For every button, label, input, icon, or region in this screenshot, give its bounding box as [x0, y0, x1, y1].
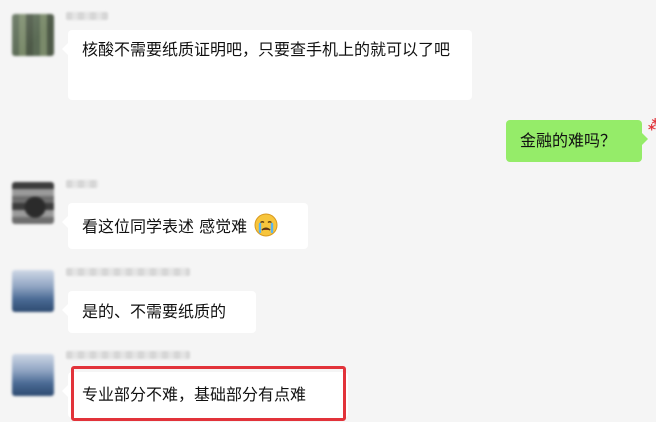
message-text: 是的、不需要纸质的 — [82, 302, 227, 321]
highlight-box — [71, 366, 346, 421]
avatar[interactable] — [12, 270, 54, 312]
message-bubble[interactable]: 核酸不需要纸质证明吧，只要查手机上的就可以了吧 — [62, 30, 472, 100]
message-text: 看这位同学表述 感觉难 — [82, 217, 248, 236]
sender-name-blurred — [66, 12, 108, 20]
crying-emoji-icon — [254, 213, 278, 237]
avatar[interactable] — [12, 182, 54, 224]
chat-window: 核酸不需要纸质证明吧，只要查手机上的就可以了吧 金融的难吗？ ⁂ 看这位同学表述… — [0, 0, 656, 422]
status-mark-icon: ⁂ — [648, 118, 656, 134]
message-bubble[interactable]: 是的、不需要纸质的 — [62, 291, 256, 333]
message-bubble[interactable]: 金融的难吗？ — [506, 120, 648, 162]
avatar[interactable] — [12, 354, 54, 396]
message-bubble[interactable]: 看这位同学表述 感觉难 — [62, 203, 308, 249]
sender-name-blurred — [66, 180, 98, 188]
sender-name-blurred — [66, 351, 190, 359]
sender-name-blurred — [66, 268, 190, 276]
message-text: 核酸不需要纸质证明吧，只要查手机上的就可以了吧 — [82, 40, 451, 59]
message-text: 金融的难吗？ — [520, 131, 617, 150]
avatar[interactable] — [12, 14, 54, 56]
